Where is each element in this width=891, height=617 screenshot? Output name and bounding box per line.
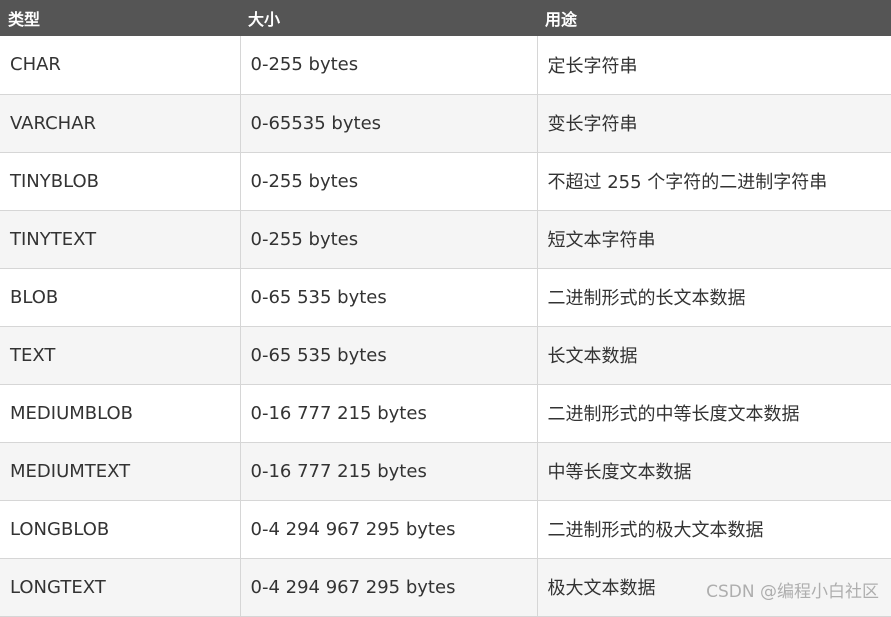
csdn-watermark: CSDN @编程小白社区 bbox=[706, 582, 879, 602]
cell-usage: 短文本字符串 bbox=[536, 210, 891, 269]
cell-size: 0-16 777 215 bytes bbox=[239, 384, 538, 443]
cell-size: 0-4 294 967 295 bytes bbox=[239, 558, 538, 617]
cell-usage: 二进制形式的极大文本数据 bbox=[536, 500, 891, 559]
cell-type: TEXT bbox=[0, 326, 241, 385]
header-type: 类型 bbox=[0, 0, 240, 36]
cell-usage: 变长字符串 bbox=[536, 94, 891, 153]
cell-type: LONGBLOB bbox=[0, 500, 241, 559]
table-row: TEXT 0-65 535 bytes 长文本数据 bbox=[0, 326, 891, 385]
cell-usage: 定长字符串 bbox=[536, 36, 891, 95]
cell-size: 0-65535 bytes bbox=[239, 94, 538, 153]
cell-size: 0-4 294 967 295 bytes bbox=[239, 500, 538, 559]
table-row: MEDIUMBLOB 0-16 777 215 bytes 二进制形式的中等长度… bbox=[0, 384, 891, 443]
cell-size: 0-16 777 215 bytes bbox=[239, 442, 538, 501]
cell-type: MEDIUMBLOB bbox=[0, 384, 241, 443]
cell-size: 0-255 bytes bbox=[239, 152, 538, 211]
table-row: CHAR 0-255 bytes 定长字符串 bbox=[0, 36, 891, 95]
cell-type: CHAR bbox=[0, 36, 241, 95]
table-body: CHAR 0-255 bytes 定长字符串 VARCHAR 0-65535 b… bbox=[0, 36, 891, 617]
cell-size: 0-65 535 bytes bbox=[239, 326, 538, 385]
cell-type: BLOB bbox=[0, 268, 241, 327]
data-types-table: 类型 大小 用途 CHAR 0-255 bytes 定长字符串 VARCHAR … bbox=[0, 0, 891, 617]
table-row: MEDIUMTEXT 0-16 777 215 bytes 中等长度文本数据 bbox=[0, 442, 891, 501]
cell-usage: 中等长度文本数据 bbox=[536, 442, 891, 501]
cell-usage: 不超过 255 个字符的二进制字符串 bbox=[536, 152, 891, 211]
table-row: VARCHAR 0-65535 bytes 变长字符串 bbox=[0, 94, 891, 153]
header-row: 类型 大小 用途 bbox=[0, 0, 891, 36]
table-row: BLOB 0-65 535 bytes 二进制形式的长文本数据 bbox=[0, 268, 891, 327]
cell-usage: 二进制形式的长文本数据 bbox=[536, 268, 891, 327]
table-row: TINYTEXT 0-255 bytes 短文本字符串 bbox=[0, 210, 891, 269]
cell-type: VARCHAR bbox=[0, 94, 241, 153]
table-row: LONGBLOB 0-4 294 967 295 bytes 二进制形式的极大文… bbox=[0, 500, 891, 559]
cell-size: 0-255 bytes bbox=[239, 210, 538, 269]
table-header: 类型 大小 用途 bbox=[0, 0, 891, 36]
cell-type: LONGTEXT bbox=[0, 558, 241, 617]
cell-type: TINYTEXT bbox=[0, 210, 241, 269]
cell-type: TINYBLOB bbox=[0, 152, 241, 211]
cell-size: 0-255 bytes bbox=[239, 36, 538, 95]
cell-size: 0-65 535 bytes bbox=[239, 268, 538, 327]
cell-usage: 长文本数据 bbox=[536, 326, 891, 385]
header-usage: 用途 bbox=[537, 0, 891, 36]
cell-type: MEDIUMTEXT bbox=[0, 442, 241, 501]
header-size: 大小 bbox=[240, 0, 537, 36]
cell-usage: 二进制形式的中等长度文本数据 bbox=[536, 384, 891, 443]
table-row: TINYBLOB 0-255 bytes 不超过 255 个字符的二进制字符串 bbox=[0, 152, 891, 211]
